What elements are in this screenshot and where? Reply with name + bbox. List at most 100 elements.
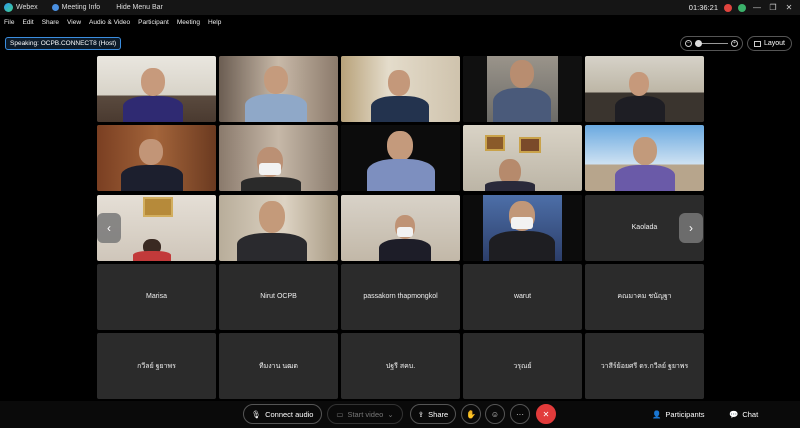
face-mask xyxy=(511,216,533,229)
share-button[interactable]: ⇪ Share xyxy=(410,404,456,424)
chevron-right-icon: › xyxy=(689,221,693,235)
video-tile[interactable] xyxy=(585,56,704,122)
microphone-icon: 🎙 xyxy=(251,409,262,419)
video-tile[interactable] xyxy=(219,125,338,192)
video-tile[interactable] xyxy=(463,194,582,261)
video-tile[interactable] xyxy=(341,56,460,122)
video-tile[interactable] xyxy=(463,56,582,122)
participant-body xyxy=(489,230,555,261)
participant-head xyxy=(139,139,163,166)
participant-name: Marisa xyxy=(145,293,167,301)
meeting-info-label: Meeting Info xyxy=(61,4,101,11)
participant-body xyxy=(245,94,307,122)
app-name: Webex xyxy=(16,4,38,11)
face-mask xyxy=(397,226,413,237)
menu-bar: File Edit Share View Audio & Video Parti… xyxy=(0,16,221,28)
participant-body xyxy=(615,165,675,192)
participant-tile[interactable]: ทีมงาน นฒต xyxy=(219,333,338,399)
chat-label: Chat xyxy=(742,409,759,419)
participants-icon: 👤 xyxy=(652,409,662,419)
menu-edit[interactable]: Edit xyxy=(22,19,33,26)
active-speaker-label: Speaking: OCPB.CONNECT8 (Host) xyxy=(10,40,117,47)
more-icon: ··· xyxy=(516,409,524,419)
menu-audio-video[interactable]: Audio & Video xyxy=(89,19,130,26)
participant-body xyxy=(123,96,183,122)
zoom-out-icon[interactable]: − xyxy=(685,40,692,47)
participant-tile[interactable]: คณมาคม ชนัญฐา xyxy=(585,263,704,330)
face-mask xyxy=(259,163,281,176)
start-video-button[interactable]: ▭ Start video ⌄ xyxy=(327,404,403,424)
video-tile[interactable] xyxy=(585,125,704,192)
participant-tile[interactable]: วาสีร์ย้อยศรี ดร.กวีลย์ ฐยาพร xyxy=(585,333,704,399)
participant-name: กวีลย์ ฐยาพร xyxy=(137,362,176,370)
participant-head xyxy=(388,70,410,96)
menu-meeting[interactable]: Meeting xyxy=(177,19,200,26)
participant-head xyxy=(629,72,649,96)
participant-name: passakorn thapmongkol xyxy=(363,293,438,301)
participant-tile[interactable]: ปฐรี สคบ. xyxy=(341,333,460,399)
menu-participant[interactable]: Participant xyxy=(138,19,169,26)
leave-meeting-button[interactable]: ✕ xyxy=(536,404,556,424)
video-zoom-control[interactable]: − + xyxy=(680,36,743,51)
zoom-slider[interactable] xyxy=(695,40,728,47)
end-call-icon: ✕ xyxy=(542,409,550,419)
minimize-button[interactable]: — xyxy=(752,3,762,12)
start-video-label: Start video xyxy=(347,409,384,419)
participant-tile[interactable]: วรุณย์ xyxy=(463,333,582,399)
chat-button[interactable]: 💬 Chat xyxy=(729,404,758,424)
reactions-button[interactable]: ☺ xyxy=(485,404,505,424)
more-options-button[interactable]: ··· xyxy=(510,404,530,424)
menu-file[interactable]: File xyxy=(4,19,14,26)
participant-name: ปฐรี สคบ. xyxy=(385,362,416,370)
participant-body xyxy=(367,159,435,192)
layout-grid-icon xyxy=(753,40,761,47)
smiley-icon: ☺ xyxy=(490,409,500,419)
menu-view[interactable]: View xyxy=(67,19,81,26)
participant-head xyxy=(387,131,413,162)
participant-head xyxy=(264,66,288,94)
participant-tile[interactable]: warut xyxy=(463,263,582,330)
participant-tile[interactable]: Nirut OCPB xyxy=(219,263,338,330)
title-bar: Webex Meeting Info Hide Menu Bar 01:36:2… xyxy=(0,0,800,15)
connect-audio-button[interactable]: 🎙 Connect audio xyxy=(243,404,322,424)
menu-help[interactable]: Help xyxy=(208,19,221,26)
wall-frame xyxy=(519,137,541,154)
raise-hand-button[interactable]: ✋ xyxy=(461,404,481,424)
participants-button[interactable]: 👤 Participants xyxy=(652,404,705,424)
active-speaker-indicator: Speaking: OCPB.CONNECT8 (Host) xyxy=(5,37,122,50)
previous-page-button[interactable]: ‹ xyxy=(97,213,121,243)
participant-tile[interactable]: กวีลย์ ฐยาพร xyxy=(97,333,216,399)
wall-frame xyxy=(143,196,173,217)
share-screen-icon: ⇪ xyxy=(417,409,425,419)
chevron-down-icon[interactable]: ⌄ xyxy=(387,410,393,419)
participant-tile[interactable]: passakorn thapmongkol xyxy=(341,263,460,330)
security-shield-icon[interactable] xyxy=(738,3,746,12)
video-tile[interactable] xyxy=(341,125,460,192)
chat-icon: 💬 xyxy=(729,409,739,419)
next-page-button[interactable]: › xyxy=(679,213,703,243)
video-tile[interactable] xyxy=(341,194,460,261)
participants-label: Participants xyxy=(665,409,705,419)
zoom-in-icon[interactable]: + xyxy=(731,40,738,47)
participant-name: warut xyxy=(513,293,532,301)
participant-name: ทีมงาน นฒต xyxy=(259,362,298,370)
menu-share[interactable]: Share xyxy=(42,19,59,26)
video-camera-icon: ▭ xyxy=(336,409,344,419)
recording-icon[interactable] xyxy=(724,3,732,12)
video-tile[interactable] xyxy=(219,56,338,122)
connect-audio-label: Connect audio xyxy=(265,409,314,419)
participant-name: วาสีร์ย้อยศรี ดร.กวีลย์ ฐยาพร xyxy=(600,362,689,370)
participant-name: วรุณย์ xyxy=(513,362,532,370)
video-tile[interactable] xyxy=(463,125,582,192)
hide-menu-bar-button[interactable]: Hide Menu Bar xyxy=(116,4,163,11)
video-tile[interactable] xyxy=(97,125,216,192)
close-window-button[interactable]: ✕ xyxy=(784,3,794,12)
participant-name: Kaolada xyxy=(631,224,658,231)
video-tile[interactable] xyxy=(97,56,216,122)
layout-button[interactable]: Layout xyxy=(747,36,792,51)
zoom-slider-knob[interactable] xyxy=(695,40,702,47)
maximize-button[interactable]: ❐ xyxy=(768,3,778,12)
participant-tile[interactable]: Marisa xyxy=(97,263,216,330)
video-tile[interactable] xyxy=(219,194,338,261)
meeting-info-button[interactable]: Meeting Info xyxy=(51,4,101,11)
